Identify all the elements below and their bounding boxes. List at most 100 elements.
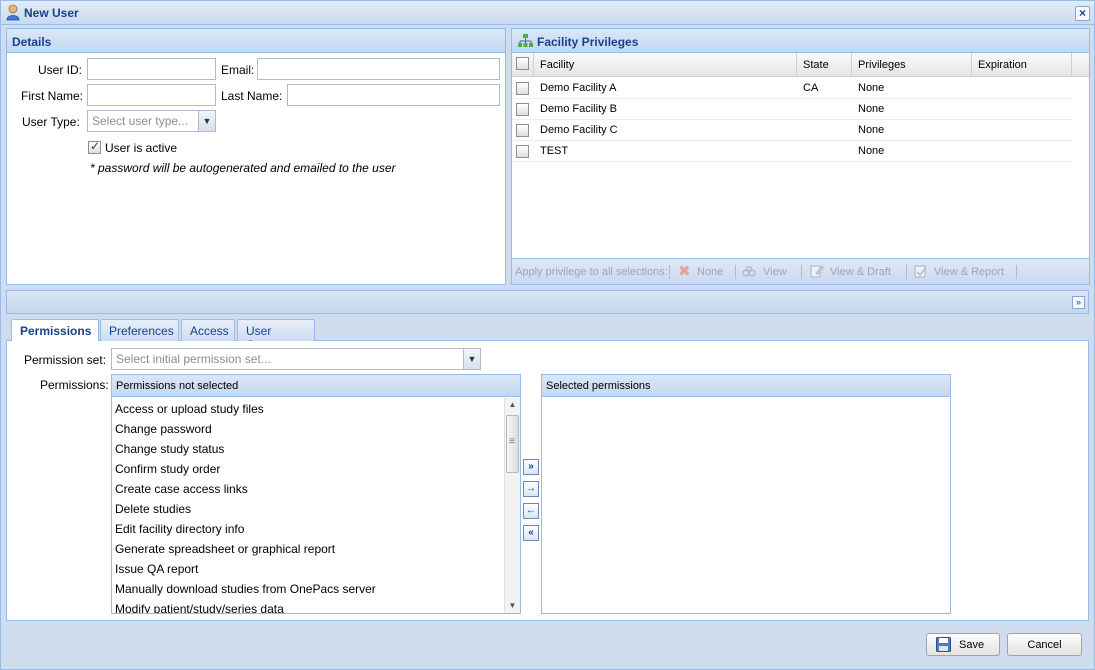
- password-note: * password will be autogenerated and ema…: [90, 161, 396, 175]
- tab-strip: Permissions Preferences Access User Grou…: [6, 314, 1089, 352]
- privilege-none-button[interactable]: None: [697, 266, 723, 278]
- hierarchy-icon: [518, 34, 533, 47]
- last-name-label: Last Name:: [221, 89, 283, 103]
- permission-set-select[interactable]: Select initial permission set... ▼: [111, 348, 481, 370]
- privilege-view-report-button[interactable]: View & Report: [934, 266, 1004, 278]
- chevron-down-icon[interactable]: ▼: [463, 349, 480, 369]
- cancel-label: Cancel: [1027, 639, 1062, 651]
- privilege-view-draft-button[interactable]: View & Draft: [830, 266, 891, 278]
- table-row[interactable]: Demo Facility A CA None: [512, 78, 1072, 99]
- user-active-label: User is active: [105, 141, 178, 155]
- apply-privilege-label: Apply privilege to all selections:: [515, 266, 668, 278]
- window-titlebar: New User ×: [1, 1, 1094, 25]
- user-id-field[interactable]: [87, 58, 216, 80]
- facility-name: Demo Facility B: [540, 103, 618, 115]
- list-item[interactable]: Access or upload study files: [115, 402, 264, 416]
- collapse-icon[interactable]: »: [1072, 296, 1085, 309]
- toolbar-separator: [1016, 265, 1017, 279]
- facility-state: CA: [803, 82, 819, 94]
- list-item[interactable]: Change password: [115, 422, 212, 436]
- column-facility[interactable]: Facility: [534, 53, 797, 76]
- chevron-down-icon[interactable]: ▼: [198, 111, 215, 131]
- scroll-up-icon[interactable]: ▲: [505, 398, 520, 412]
- toolbar-separator: [669, 265, 670, 279]
- list-item[interactable]: Create case access links: [115, 482, 248, 496]
- user-type-label: User Type:: [22, 115, 80, 129]
- list-item[interactable]: Issue QA report: [115, 562, 198, 576]
- list-item[interactable]: Generate spreadsheet or graphical report: [115, 542, 335, 556]
- first-name-label: First Name:: [21, 89, 84, 103]
- last-name-field[interactable]: [287, 84, 500, 106]
- row-checkbox[interactable]: [516, 145, 529, 158]
- tab-access[interactable]: Access: [181, 319, 235, 341]
- move-left-icon[interactable]: ←: [523, 503, 539, 519]
- select-all-cell: [512, 53, 534, 76]
- list-item[interactable]: Manually download studies from OnePacs s…: [115, 582, 376, 596]
- permission-set-label: Permission set:: [24, 353, 107, 367]
- move-right-icon[interactable]: →: [523, 481, 539, 497]
- row-checkbox[interactable]: [516, 82, 529, 95]
- facility-privileges: None: [858, 103, 885, 115]
- privilege-view-button[interactable]: View: [763, 266, 787, 278]
- list-item[interactable]: Change study status: [115, 442, 224, 456]
- move-all-left-icon[interactable]: «: [523, 525, 539, 541]
- facility-privileges-panel: Facility Privileges Facility State Privi…: [511, 28, 1090, 285]
- lower-panel-header: »: [6, 290, 1089, 314]
- selected-permissions-list[interactable]: Selected permissions: [541, 374, 951, 614]
- select-all-checkbox[interactable]: [516, 57, 529, 70]
- tab-user-groups[interactable]: User Groups: [237, 319, 315, 352]
- table-row[interactable]: Demo Facility B None: [512, 99, 1072, 120]
- floppy-disk-icon: [936, 637, 951, 652]
- column-privileges[interactable]: Privileges: [852, 53, 972, 76]
- list-item[interactable]: Delete studies: [115, 502, 191, 516]
- facility-privileges: None: [858, 145, 885, 157]
- edit-document-icon: [810, 265, 824, 278]
- first-name-field[interactable]: [87, 84, 216, 106]
- facility-grid-header: Facility State Privileges Expiration: [512, 53, 1089, 77]
- row-checkbox[interactable]: [516, 103, 529, 116]
- privilege-toolbar: Apply privilege to all selections: ✖ Non…: [512, 258, 1089, 284]
- facility-name: TEST: [540, 145, 569, 157]
- list-scrollbar[interactable]: ▲ ▼: [504, 398, 520, 613]
- email-field[interactable]: [257, 58, 500, 80]
- column-state[interactable]: State: [797, 53, 852, 76]
- not-selected-header: Permissions not selected: [112, 375, 520, 397]
- permissions-not-selected-list[interactable]: Permissions not selected Access or uploa…: [111, 374, 521, 614]
- table-row[interactable]: Demo Facility C None: [512, 120, 1072, 141]
- list-item[interactable]: Modify patient/study/series data: [115, 602, 284, 613]
- details-header: Details: [7, 29, 505, 53]
- scroll-thumb[interactable]: [506, 415, 519, 473]
- row-checkbox[interactable]: [516, 124, 529, 137]
- report-document-icon: [914, 265, 927, 278]
- facility-name: Demo Facility A: [540, 82, 617, 94]
- save-label: Save: [959, 639, 985, 651]
- details-panel: Details User ID: Email: First Name: Last…: [6, 28, 506, 285]
- save-button[interactable]: Save: [926, 633, 1000, 656]
- toolbar-separator: [906, 265, 907, 279]
- binoculars-icon: [742, 266, 756, 277]
- tab-preferences[interactable]: Preferences: [100, 319, 179, 341]
- permissions-tab-body: Permission set: Select initial permissio…: [6, 341, 1089, 621]
- facility-header: Facility Privileges: [512, 29, 1089, 53]
- facility-title: Facility Privileges: [537, 35, 639, 49]
- move-all-right-icon[interactable]: »: [523, 459, 539, 475]
- cancel-button[interactable]: Cancel: [1007, 633, 1082, 656]
- window-title: New User: [24, 6, 79, 20]
- facility-name: Demo Facility C: [540, 124, 618, 136]
- toolbar-separator: [801, 265, 802, 279]
- user-type-select[interactable]: Select user type... ▼: [87, 110, 216, 132]
- list-item[interactable]: Confirm study order: [115, 462, 220, 476]
- facility-privileges: None: [858, 124, 885, 136]
- toolbar-separator: [735, 265, 736, 279]
- scroll-down-icon[interactable]: ▼: [505, 599, 520, 613]
- column-expiration[interactable]: Expiration: [972, 53, 1072, 76]
- table-row[interactable]: TEST None: [512, 141, 1072, 162]
- list-item[interactable]: Edit facility directory info: [115, 522, 244, 536]
- email-label: Email:: [221, 63, 255, 77]
- facility-privileges: None: [858, 82, 885, 94]
- close-icon[interactable]: ×: [1075, 6, 1090, 21]
- user-icon: [6, 4, 20, 21]
- new-user-window: New User × Details User ID: Email: First…: [0, 0, 1095, 670]
- user-active-checkbox[interactable]: [88, 139, 101, 154]
- tab-permissions[interactable]: Permissions: [11, 319, 99, 342]
